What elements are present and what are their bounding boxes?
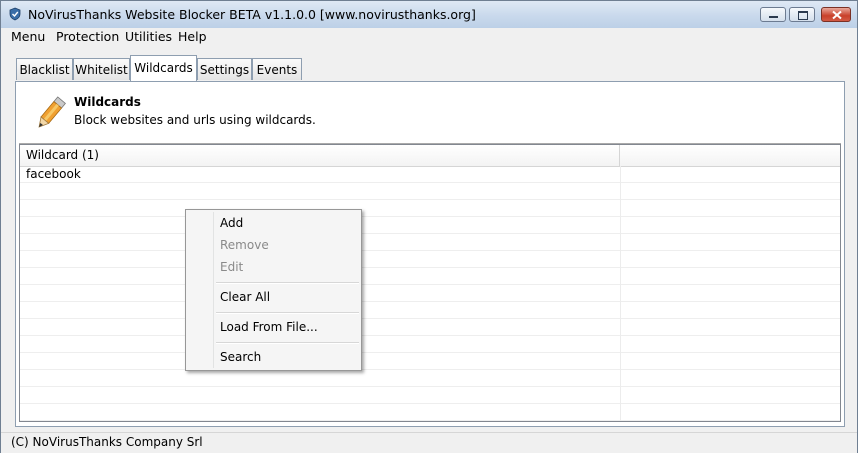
title-bar[interactable]: NoVirusThanks Website Blocker BETA v1.1.… (1, 1, 857, 29)
wildcard-list[interactable]: Wildcard (1) facebook (19, 144, 841, 422)
panel-header: Wildcards Block websites and urls using … (19, 85, 841, 144)
context-remove[interactable]: Remove (220, 236, 269, 254)
column-header-wildcard[interactable]: Wildcard (1) (20, 145, 620, 166)
tab-settings[interactable]: Settings (197, 58, 252, 80)
maximize-button[interactable] (789, 7, 815, 22)
menu-separator (216, 282, 359, 284)
tab-events[interactable]: Events (252, 58, 302, 80)
context-menu: Add Remove Edit Clear All Load From File… (185, 209, 362, 371)
menu-help[interactable]: Help (178, 28, 207, 47)
menu-separator (216, 312, 359, 314)
list-row-text: facebook (26, 167, 81, 181)
tab-control: Blacklist Whitelist Wildcards Settings E… (1, 47, 857, 430)
status-bar: (C) NoVirusThanks Company Srl (1, 432, 857, 453)
minimize-icon (769, 16, 778, 18)
tab-blacklist[interactable]: Blacklist (16, 58, 73, 80)
close-icon (832, 10, 842, 20)
shield-icon (9, 7, 21, 21)
minimize-button[interactable] (760, 7, 786, 22)
context-load-from-file[interactable]: Load From File... (220, 318, 318, 336)
menu-menu[interactable]: Menu (11, 28, 45, 47)
close-button[interactable] (821, 7, 851, 22)
context-search[interactable]: Search (220, 348, 261, 366)
window-title: NoVirusThanks Website Blocker BETA v1.1.… (28, 7, 476, 22)
panel-subtitle: Block websites and urls using wildcards. (74, 113, 316, 127)
pencil-icon (38, 96, 66, 128)
wildcards-panel: Wildcards Block websites and urls using … (15, 81, 845, 427)
menu-protection[interactable]: Protection (56, 28, 119, 47)
maximize-icon (798, 11, 808, 20)
status-text: (C) NoVirusThanks Company Srl (11, 435, 203, 449)
context-edit[interactable]: Edit (220, 258, 243, 276)
menu-utilities[interactable]: Utilities (125, 28, 172, 47)
app-window: NoVirusThanks Website Blocker BETA v1.1.… (0, 0, 858, 453)
menu-separator (216, 342, 359, 344)
menu-bar: Menu Protection Utilities Help (1, 28, 857, 47)
context-add[interactable]: Add (220, 214, 243, 232)
context-clear-all[interactable]: Clear All (220, 288, 270, 306)
tab-whitelist[interactable]: Whitelist (73, 58, 130, 80)
list-header: Wildcard (1) (20, 145, 840, 167)
panel-title: Wildcards (74, 95, 141, 109)
list-row[interactable]: facebook (20, 166, 840, 183)
tab-wildcards[interactable]: Wildcards (130, 55, 197, 81)
